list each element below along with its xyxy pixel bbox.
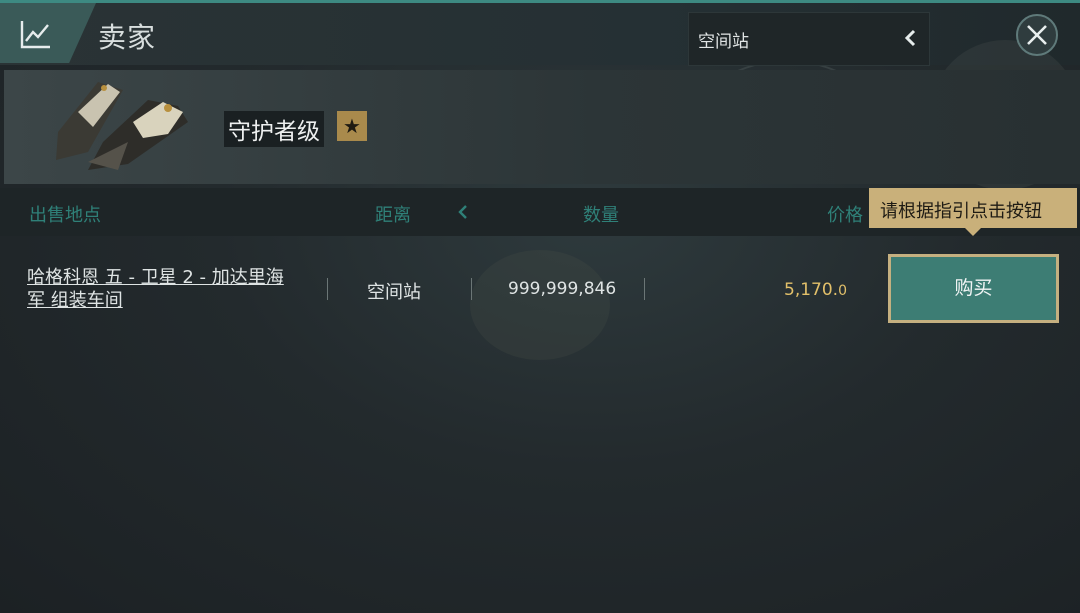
page-title: 卖家	[98, 21, 157, 54]
item-name: 守护者级	[224, 111, 324, 147]
ship-image	[56, 82, 188, 170]
tooltip-pointer	[965, 228, 981, 236]
location-filter-label: 空间站	[698, 32, 749, 52]
sell-location-link[interactable]: 哈格科恩 五 - 卫星 2 - 加达里海军 组装车间	[27, 266, 297, 312]
line-chart-icon	[20, 21, 50, 49]
price-decimal: 0	[838, 283, 847, 299]
column-divider	[327, 278, 328, 300]
column-divider	[644, 278, 645, 300]
background-decoration	[470, 250, 610, 360]
column-distance[interactable]: 距离	[375, 201, 411, 227]
column-location[interactable]: 出售地点	[29, 201, 101, 227]
close-icon	[1027, 25, 1047, 45]
price-main: 5,170.	[784, 280, 839, 300]
chevron-left-icon	[904, 29, 916, 47]
chevron-left-icon[interactable]	[457, 203, 469, 221]
price-value: 5,170.0	[784, 280, 847, 300]
buy-button[interactable]: 购买	[888, 254, 1059, 323]
quantity-value: 999,999,846	[508, 279, 617, 299]
column-divider	[471, 278, 472, 300]
column-price[interactable]: 价格	[827, 201, 863, 227]
guide-tooltip: 请根据指引点击按钮	[869, 188, 1077, 228]
distance-value: 空间站	[367, 282, 421, 303]
star-icon[interactable]: ★	[337, 111, 367, 141]
location-filter-dropdown[interactable]: 空间站	[688, 12, 930, 66]
close-button[interactable]	[1016, 14, 1058, 56]
column-quantity[interactable]: 数量	[583, 201, 619, 227]
